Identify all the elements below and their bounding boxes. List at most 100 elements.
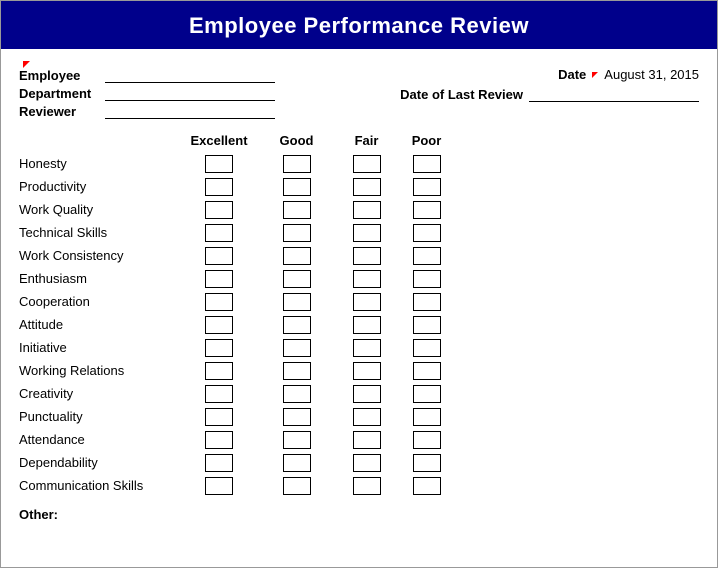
reviewer-field-line: Reviewer <box>19 103 275 119</box>
table-row: Work Quality <box>19 198 699 221</box>
checkbox-excellent[interactable] <box>205 316 233 334</box>
employee-input[interactable] <box>105 67 275 83</box>
checkbox-fair[interactable] <box>353 293 381 311</box>
criteria-label: Initiative <box>19 340 179 355</box>
date-label: Date <box>558 67 586 82</box>
checkbox-good[interactable] <box>283 155 311 173</box>
checkbox-good[interactable] <box>283 178 311 196</box>
checkbox-fair[interactable] <box>353 316 381 334</box>
table-row: Dependability <box>19 451 699 474</box>
criteria-label: Attitude <box>19 317 179 332</box>
checkbox-excellent[interactable] <box>205 431 233 449</box>
department-label: Department <box>19 86 99 101</box>
checkbox-poor[interactable] <box>413 477 441 495</box>
checkbox-poor[interactable] <box>413 224 441 242</box>
table-row: Working Relations <box>19 359 699 382</box>
checkbox-fair[interactable] <box>353 477 381 495</box>
checkbox-fair[interactable] <box>353 201 381 219</box>
checkbox-good[interactable] <box>283 431 311 449</box>
checkbox-fair[interactable] <box>353 224 381 242</box>
checkbox-excellent[interactable] <box>205 178 233 196</box>
table-row: Communication Skills <box>19 474 699 497</box>
criteria-label: Work Quality <box>19 202 179 217</box>
checkbox-excellent[interactable] <box>205 339 233 357</box>
header-fair: Fair <box>334 133 399 148</box>
checkbox-excellent[interactable] <box>205 362 233 380</box>
table-row: Honesty <box>19 152 699 175</box>
department-input[interactable] <box>105 85 275 101</box>
checkbox-good[interactable] <box>283 408 311 426</box>
checkbox-fair[interactable] <box>353 270 381 288</box>
checkbox-excellent[interactable] <box>205 293 233 311</box>
date-row: Date August 31, 2015 <box>558 67 699 82</box>
checkbox-good[interactable] <box>283 339 311 357</box>
date-value: August 31, 2015 <box>604 67 699 82</box>
checkbox-poor[interactable] <box>413 178 441 196</box>
checkbox-good[interactable] <box>283 316 311 334</box>
fields-left: Employee Department Reviewer <box>19 67 275 119</box>
checkbox-poor[interactable] <box>413 155 441 173</box>
checkbox-poor[interactable] <box>413 316 441 334</box>
checkbox-poor[interactable] <box>413 201 441 219</box>
checkbox-good[interactable] <box>283 201 311 219</box>
checkbox-excellent[interactable] <box>205 408 233 426</box>
table-row: Work Consistency <box>19 244 699 267</box>
criteria-table: HonestyProductivityWork QualityTechnical… <box>19 152 699 497</box>
checkbox-poor[interactable] <box>413 431 441 449</box>
checkbox-poor[interactable] <box>413 247 441 265</box>
checkbox-excellent[interactable] <box>205 270 233 288</box>
last-review-input[interactable] <box>529 86 699 102</box>
fields-row: Employee Department Reviewer Date August… <box>19 67 699 119</box>
checkbox-poor[interactable] <box>413 339 441 357</box>
checkbox-excellent[interactable] <box>205 155 233 173</box>
criteria-label: Creativity <box>19 386 179 401</box>
employee-label: Employee <box>19 68 99 83</box>
table-row: Punctuality <box>19 405 699 428</box>
table-row: Enthusiasm <box>19 267 699 290</box>
checkbox-poor[interactable] <box>413 293 441 311</box>
checkbox-fair[interactable] <box>353 155 381 173</box>
checkbox-good[interactable] <box>283 293 311 311</box>
checkbox-good[interactable] <box>283 224 311 242</box>
checkbox-good[interactable] <box>283 477 311 495</box>
reviewer-input[interactable] <box>105 103 275 119</box>
checkbox-fair[interactable] <box>353 454 381 472</box>
last-review-row: Date of Last Review <box>400 86 699 102</box>
checkbox-excellent[interactable] <box>205 477 233 495</box>
criteria-label: Communication Skills <box>19 478 179 493</box>
table-row: Attitude <box>19 313 699 336</box>
checkbox-fair[interactable] <box>353 178 381 196</box>
checkbox-good[interactable] <box>283 270 311 288</box>
other-section: Other: <box>1 497 717 532</box>
checkbox-excellent[interactable] <box>205 247 233 265</box>
criteria-label: Enthusiasm <box>19 271 179 286</box>
rating-header-row: Excellent Good Fair Poor <box>19 133 699 148</box>
checkbox-poor[interactable] <box>413 408 441 426</box>
checkbox-fair[interactable] <box>353 431 381 449</box>
checkbox-fair[interactable] <box>353 362 381 380</box>
criteria-label: Work Consistency <box>19 248 179 263</box>
checkbox-poor[interactable] <box>413 362 441 380</box>
criteria-label: Working Relations <box>19 363 179 378</box>
checkbox-fair[interactable] <box>353 385 381 403</box>
checkbox-poor[interactable] <box>413 454 441 472</box>
checkbox-poor[interactable] <box>413 270 441 288</box>
checkbox-good[interactable] <box>283 247 311 265</box>
checkbox-excellent[interactable] <box>205 385 233 403</box>
checkbox-fair[interactable] <box>353 247 381 265</box>
checkbox-excellent[interactable] <box>205 454 233 472</box>
checkbox-fair[interactable] <box>353 408 381 426</box>
date-red-corner-icon <box>592 72 598 78</box>
table-row: Productivity <box>19 175 699 198</box>
fields-right: Date August 31, 2015 Date of Last Review <box>400 67 699 102</box>
criteria-label: Attendance <box>19 432 179 447</box>
checkbox-good[interactable] <box>283 454 311 472</box>
last-review-label: Date of Last Review <box>400 87 523 102</box>
checkbox-fair[interactable] <box>353 339 381 357</box>
checkbox-good[interactable] <box>283 362 311 380</box>
checkbox-excellent[interactable] <box>205 224 233 242</box>
checkbox-excellent[interactable] <box>205 201 233 219</box>
checkbox-good[interactable] <box>283 385 311 403</box>
other-label: Other: <box>19 507 58 522</box>
checkbox-poor[interactable] <box>413 385 441 403</box>
